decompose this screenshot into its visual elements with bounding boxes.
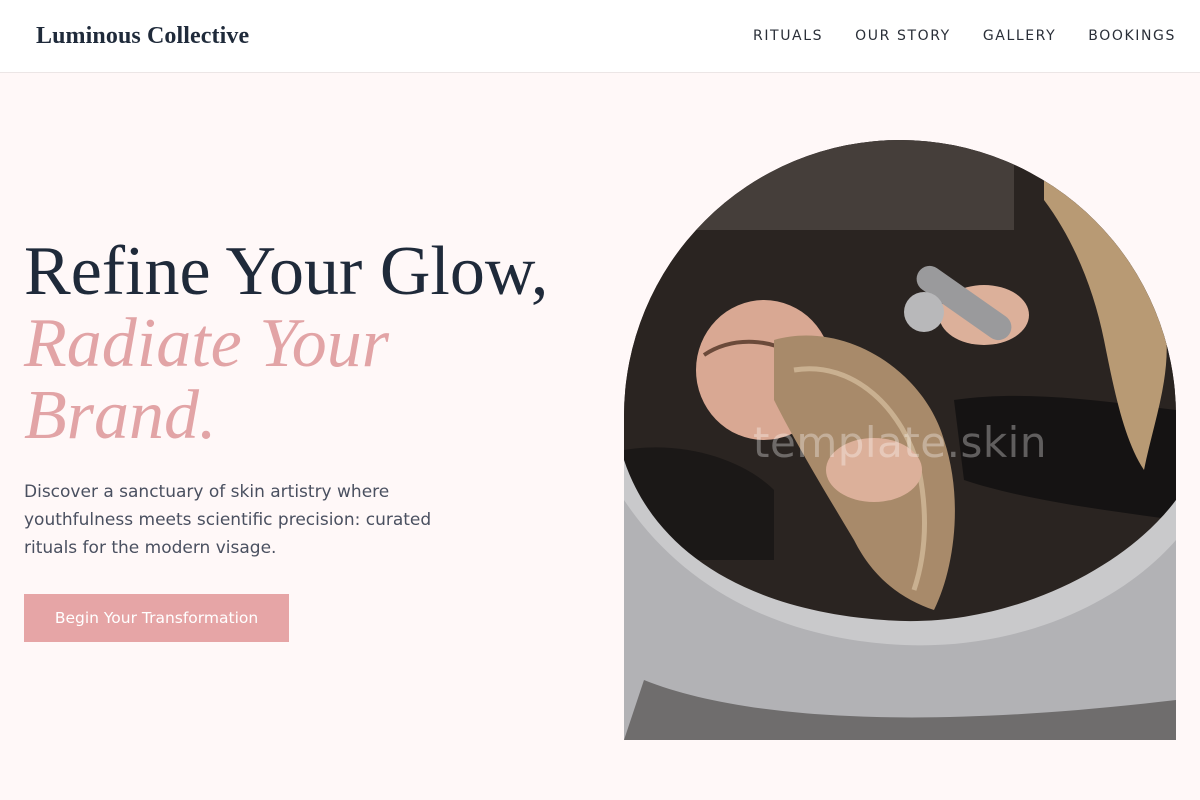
- brand-logo[interactable]: Luminous Collective: [36, 23, 249, 50]
- hero-title: Refine Your Glow, Radiate Your Brand.: [24, 236, 614, 452]
- hero-title-line: Refine Your Glow,: [24, 233, 549, 310]
- nav-link-our-story[interactable]: OUR STORY: [855, 28, 951, 44]
- image-watermark: template.skin: [753, 418, 1047, 467]
- site-header: Luminous Collective RITUALS OUR STORY GA…: [0, 0, 1200, 73]
- begin-transformation-button[interactable]: Begin Your Transformation: [24, 594, 289, 642]
- hero-image: template.skin: [624, 140, 1176, 740]
- nav-link-rituals[interactable]: RITUALS: [753, 28, 823, 44]
- hero-title-accent: Radiate Your Brand.: [24, 305, 389, 454]
- main-nav: RITUALS OUR STORY GALLERY BOOKINGS: [753, 28, 1176, 44]
- nav-link-bookings[interactable]: BOOKINGS: [1088, 28, 1176, 44]
- hero-description: Discover a sanctuary of skin artistry wh…: [24, 482, 432, 558]
- nav-link-gallery[interactable]: GALLERY: [983, 28, 1056, 44]
